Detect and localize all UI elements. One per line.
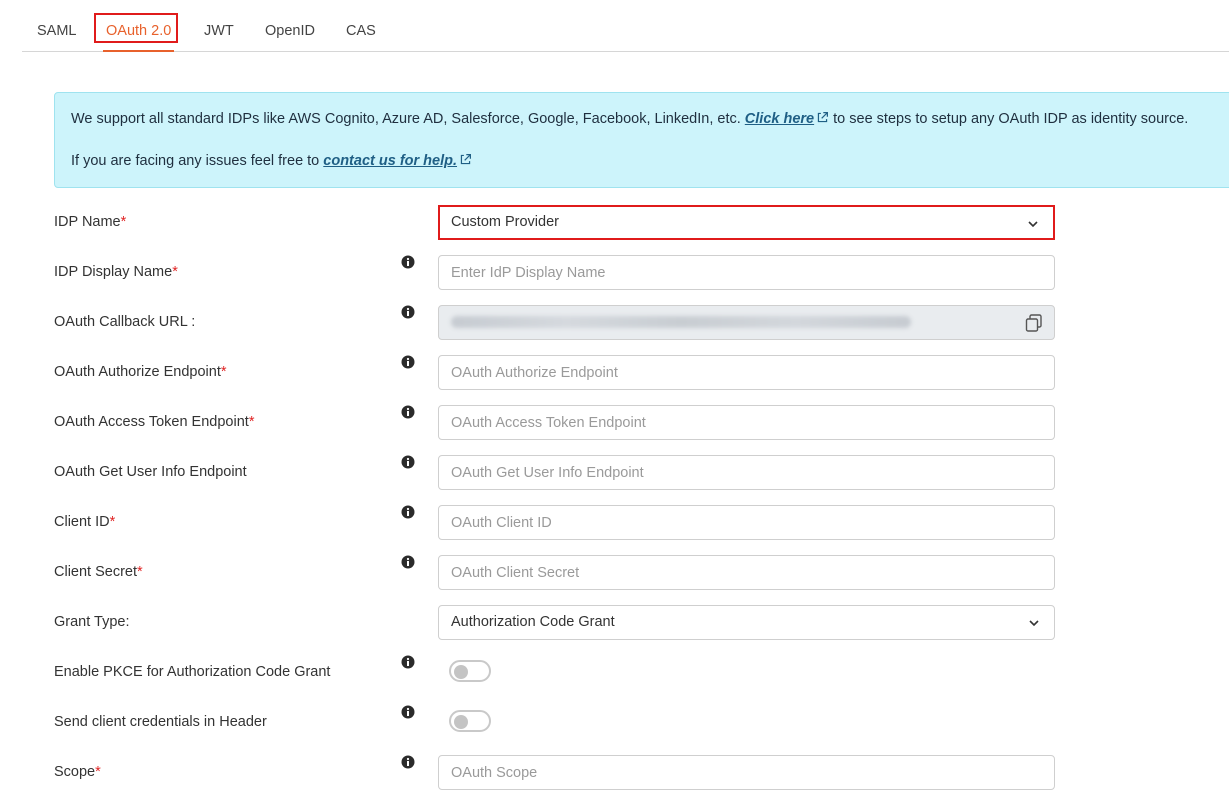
notice-line-1: We support all standard IDPs like AWS Co… — [71, 111, 1188, 127]
scope-input[interactable] — [438, 755, 1055, 790]
grant-type-value: Authorization Code Grant — [451, 614, 615, 630]
idp-name-select[interactable]: Custom Provider — [438, 205, 1055, 240]
click-here-link[interactable]: Click here — [745, 111, 814, 127]
chevron-down-icon — [1029, 620, 1039, 627]
info-icon[interactable] — [401, 255, 415, 269]
copy-icon[interactable] — [1024, 313, 1044, 333]
grant-type-select[interactable]: Authorization Code Grant — [438, 605, 1055, 640]
idp-name-label: IDP Name* — [54, 214, 127, 230]
info-icon[interactable] — [401, 555, 415, 569]
scope-label: Scope* — [54, 764, 101, 780]
client-secret-label: Client Secret* — [54, 564, 143, 580]
idp-display-name-input[interactable] — [438, 255, 1055, 290]
info-icon[interactable] — [401, 755, 415, 769]
row-client-secret: Client Secret* — [0, 555, 1229, 591]
notice-text-2: If you are facing any issues feel free t… — [71, 153, 320, 169]
client-id-label: Client ID* — [54, 514, 116, 530]
client-id-input[interactable] — [438, 505, 1055, 540]
token-endpoint-input[interactable] — [438, 405, 1055, 440]
userinfo-endpoint-label: OAuth Get User Info Endpoint — [54, 464, 247, 480]
callback-url-label: OAuth Callback URL : — [54, 314, 196, 330]
info-icon[interactable] — [401, 455, 415, 469]
info-icon[interactable] — [401, 355, 415, 369]
row-idp-name: IDP Name* Custom Provider — [0, 205, 1229, 241]
row-client-id: Client ID* — [0, 505, 1229, 541]
callback-url-field[interactable] — [438, 305, 1055, 340]
tab-openid[interactable]: OpenID — [265, 13, 315, 49]
toggle-knob — [454, 665, 468, 679]
info-icon[interactable] — [401, 405, 415, 419]
tab-oauth-highlight-box — [94, 13, 178, 43]
token-endpoint-label: OAuth Access Token Endpoint* — [54, 414, 255, 430]
row-grant-type: Grant Type: Authorization Code Grant — [0, 605, 1229, 641]
row-userinfo-endpoint: OAuth Get User Info Endpoint — [0, 455, 1229, 491]
row-pkce: Enable PKCE for Authorization Code Grant — [0, 655, 1229, 691]
tab-jwt[interactable]: JWT — [204, 13, 234, 49]
authorize-endpoint-input[interactable] — [438, 355, 1055, 390]
userinfo-endpoint-input[interactable] — [438, 455, 1055, 490]
creds-header-toggle[interactable] — [449, 710, 491, 732]
authorize-endpoint-label: OAuth Authorize Endpoint* — [54, 364, 227, 380]
external-link-icon — [460, 154, 472, 165]
notice-text-1-suffix: to see steps to setup any OAuth IDP as i… — [833, 111, 1189, 127]
toggle-knob — [454, 715, 468, 729]
row-callback-url: OAuth Callback URL : — [0, 305, 1229, 341]
row-scope: Scope* — [0, 755, 1229, 791]
row-authorize-endpoint: OAuth Authorize Endpoint* — [0, 355, 1229, 391]
notice-text-1: We support all standard IDPs like AWS Co… — [71, 111, 741, 127]
info-icon[interactable] — [401, 705, 415, 719]
tab-cas[interactable]: CAS — [346, 13, 376, 49]
contact-us-link[interactable]: contact us for help. — [323, 153, 457, 169]
idp-protocol-tabs: SAML OAuth 2.0 JWT OpenID CAS — [22, 0, 1229, 52]
info-icon[interactable] — [401, 305, 415, 319]
pkce-label: Enable PKCE for Authorization Code Grant — [54, 664, 331, 680]
info-icon[interactable] — [401, 655, 415, 669]
row-idp-display-name: IDP Display Name* — [0, 255, 1229, 291]
info-notice: We support all standard IDPs like AWS Co… — [54, 92, 1229, 188]
client-secret-input[interactable] — [438, 555, 1055, 590]
info-icon[interactable] — [401, 505, 415, 519]
grant-type-label: Grant Type: — [54, 614, 130, 630]
tab-saml[interactable]: SAML — [37, 13, 77, 49]
idp-display-name-label: IDP Display Name* — [54, 264, 178, 280]
row-creds-header: Send client credentials in Header — [0, 705, 1229, 741]
external-link-icon — [817, 112, 829, 123]
idp-name-value: Custom Provider — [451, 214, 559, 230]
notice-line-2: If you are facing any issues feel free t… — [71, 153, 472, 169]
chevron-down-icon — [1028, 221, 1038, 228]
pkce-toggle[interactable] — [449, 660, 491, 682]
row-token-endpoint: OAuth Access Token Endpoint* — [0, 405, 1229, 441]
callback-url-blurred-value — [451, 316, 911, 328]
creds-header-label: Send client credentials in Header — [54, 714, 267, 730]
